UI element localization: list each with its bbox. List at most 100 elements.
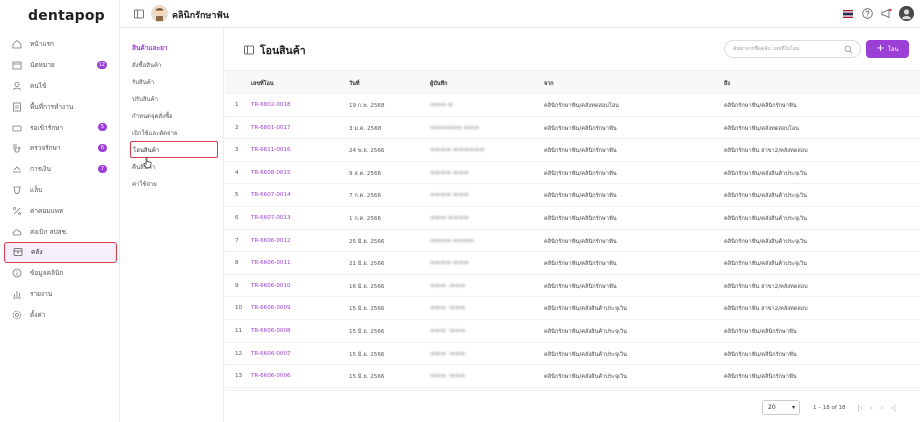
table-row[interactable]: 7 TR-6606-0012 25 มิ.ย. 2566 ▬▬▬▬ ▬▬▬▬ คลินิ… <box>225 230 920 253</box>
search-icon[interactable] <box>844 45 853 54</box>
first-page-icon[interactable]: |‹ <box>857 403 863 412</box>
column-header-user[interactable]: ผู้บันทึก <box>430 80 447 88</box>
next-page-icon[interactable]: › <box>880 403 883 412</box>
gear-icon <box>12 310 22 320</box>
row-index: 3 <box>235 147 239 154</box>
table-row[interactable]: 10 TR-6606-0009 15 มิ.ย. 2566 ▬▬▬. ▬▬▬ คลินิ… <box>225 297 920 320</box>
page-size-select[interactable]: 20 ▾ <box>762 400 800 415</box>
thai-flag-icon[interactable] <box>842 8 854 20</box>
transfer-code-link[interactable]: TR-6606-0012 <box>251 238 291 244</box>
recorded-by: ▬▬▬▬ ▬▬▬ <box>430 192 469 199</box>
table-row[interactable]: 4 TR-6608-0015 9 ส.ค. 2566 ▬▬▬▬ ▬▬▬ คลินิกรั… <box>225 162 920 185</box>
sidebar-item-nhso-claim[interactable]: ส่งเบิก สปสช. <box>4 221 117 242</box>
transfer-code-link[interactable]: TR-6802-0018 <box>251 102 291 108</box>
clinic-name[interactable]: คลินิกรักษาฟัน <box>172 8 229 22</box>
sidebar-item-inventory[interactable]: คลัง <box>4 241 117 263</box>
transfer-to: คลินิกรักษาฟัน/คลินิกรักษาฟัน <box>724 374 797 381</box>
transfer-from: คลินิกรักษาฟัน/คลินิกรักษาฟัน <box>544 170 617 177</box>
clinic-avatar[interactable] <box>151 5 168 22</box>
help-icon[interactable] <box>861 8 873 20</box>
sidebar-item-commission[interactable]: ค่าคอมแพท <box>4 200 117 221</box>
table-row[interactable]: 3 TR-6611-0016 24 พ.ย. 2566 ▬▬▬▬ ▬▬▬▬▬▬ คลิน… <box>225 139 920 162</box>
table-row[interactable]: 13 TR-6606-0006 15 มิ.ย. 2566 ▬▬▬. ▬▬▬ คลินิ… <box>225 365 920 388</box>
column-header-date[interactable]: วันที่ <box>349 80 359 88</box>
transfer-code-link[interactable]: TR-6607-0013 <box>251 215 291 221</box>
subnav-item-purchase-order[interactable]: สั่งซื้อสินค้า <box>130 56 218 73</box>
transfer-to: คลินิกรักษาฟัน/คลินิกรักษาฟัน <box>724 351 797 358</box>
transfer-date: 15 มิ.ย. 2566 <box>349 374 385 381</box>
sidebar-item-patients[interactable]: คนไข้ <box>4 76 117 97</box>
recorded-by: ▬▬▬▬ ▬▬▬▬▬▬ <box>430 147 485 154</box>
table-row[interactable]: 8 TR-6606-0011 21 มิ.ย. 2566 ▬▬▬▬ ▬▬▬ คลินิก… <box>225 252 920 275</box>
table-row[interactable]: 2 TR-6801-0017 3 ม.ค. 2568 ▬▬▬▬▬▬ ▬▬▬ คลินิก… <box>225 117 920 140</box>
sidebar-item-finance[interactable]: การเงิน 7 <box>4 159 117 180</box>
report-icon <box>12 289 22 299</box>
transfer-code-link[interactable]: TR-6608-0015 <box>251 170 291 176</box>
sidebar-item-label: แล็บ <box>30 185 43 194</box>
subnav-item-adjust[interactable]: ปรับสินค้า <box>130 90 218 107</box>
transfer-code-link[interactable]: TR-6611-0016 <box>251 147 291 153</box>
transfer-code-link[interactable]: TR-6606-0007 <box>251 351 291 357</box>
prev-page-icon[interactable]: ‹ <box>870 403 873 412</box>
recorded-by: ▬▬▬. ▬▬▬ <box>430 373 466 380</box>
transfer-code-link[interactable]: TR-6606-0011 <box>251 260 291 266</box>
sidebar-item-settings[interactable]: ตั้งค่า <box>4 304 117 325</box>
table-row[interactable]: 11 TR-6606-0008 15 มิ.ย. 2566 ▬▬▬. ▬▬▬ คลินิ… <box>225 320 920 343</box>
table-row[interactable]: 6 TR-6607-0013 1 ก.ค. 2566 ▬▬▬ ▬▬▬▬ คลินิกรั… <box>225 207 920 230</box>
column-header-to[interactable]: ถึง <box>724 80 730 88</box>
announcement-icon[interactable] <box>880 8 892 20</box>
table-row[interactable]: 1 TR-6802-0018 19 ก.พ. 2568 ▬▬▬ ▬ คลินิกรักษ… <box>225 94 920 117</box>
table-row[interactable]: 12 TR-6606-0007 15 มิ.ย. 2566 ▬▬▬. ▬▬▬ คลินิ… <box>225 343 920 366</box>
subnav-item-receive[interactable]: รับสินค้า <box>130 73 218 90</box>
transfer-code-link[interactable]: TR-6606-0009 <box>251 305 291 311</box>
inventory-icon <box>13 247 23 257</box>
table-row[interactable]: 5 TR-6607-0014 7 ก.ค. 2566 ▬▬▬▬ ▬▬▬ คลินิกรั… <box>225 184 920 207</box>
main-sidebar: dentapop หน้าแรก นัดหมาย 12 คนไข้ พื้นที… <box>0 0 120 422</box>
transfer-to: คลินิกรักษาฟัน/คลังสินค้าประจุเวิน <box>724 170 808 177</box>
transfer-code-link[interactable]: TR-6606-0010 <box>251 283 291 289</box>
table-row[interactable]: 9 TR-6606-0010 16 มิ.ย. 2566 ▬▬▬. ▬▬▬ คลินิก… <box>225 275 920 298</box>
sidebar-item-reports[interactable]: รายงาน <box>4 284 117 305</box>
app-logo[interactable]: dentapop <box>28 8 105 24</box>
transfer-code-link[interactable]: TR-6607-0014 <box>251 192 291 198</box>
sidebar-item-lab[interactable]: แล็บ <box>4 180 117 201</box>
waiting-icon <box>12 123 22 133</box>
user-avatar[interactable] <box>899 6 914 21</box>
transfer-to: คลินิกรักษาฟัน/คลังสินค้าประจุเวิน <box>724 261 808 268</box>
calendar-icon <box>12 60 22 70</box>
sidebar-item-appointments[interactable]: นัดหมาย 12 <box>4 55 117 76</box>
sidebar-toggle-icon[interactable] <box>134 9 144 19</box>
treatment-icon <box>12 143 22 153</box>
transfer-code-link[interactable]: TR-6606-0008 <box>251 328 291 334</box>
transfer-code-link[interactable]: TR-6606-0006 <box>251 373 291 379</box>
sidebar-item-waiting[interactable]: รอเข้ารักษา 5 <box>4 117 117 138</box>
sidebar-item-label: คนไข้ <box>30 81 47 90</box>
sidebar-item-label: พื้นที่การทำงาน <box>30 102 74 111</box>
recorded-by: ▬▬▬▬▬▬ ▬▬▬ <box>430 124 480 131</box>
sidebar-item-workspace[interactable]: พื้นที่การทำงาน <box>4 96 117 117</box>
sidebar-item-label: ค่าคอมแพท <box>30 206 64 215</box>
transfer-from: คลินิกรักษาฟัน/คลินิกรักษาฟัน <box>544 283 617 290</box>
last-page-icon[interactable]: ›| <box>890 403 896 412</box>
row-index: 12 <box>235 350 243 357</box>
add-transfer-button[interactable]: + โอน <box>866 40 909 58</box>
subnav-item-transfer[interactable]: โอนสินค้า <box>130 141 218 158</box>
transfer-from: คลินิกรักษาฟัน/คลังสินค้าประจุเวิน <box>544 374 628 381</box>
column-header-from[interactable]: จาก <box>544 80 554 88</box>
subnav-item-issue[interactable]: เบิกใช้และตัดจ่าย <box>130 124 218 141</box>
sidebar-item-label: ส่งเบิก สปสช. <box>30 227 69 236</box>
sidebar-item-clinic-info[interactable]: ข้อมูลคลินิก <box>4 263 117 284</box>
transfer-from: คลินิกรักษาฟัน/คลังสินค้าประจุเวิน <box>544 328 628 335</box>
transfer-code-link[interactable]: TR-6801-0017 <box>251 125 291 131</box>
transfer-from: คลินิกรักษาฟัน/คลินิกรักษาฟัน <box>544 215 617 222</box>
subnav-item-expenses[interactable]: ค่าใช้จ่าย <box>130 175 218 192</box>
sidebar-item-treatment[interactable]: ตรวจรักษา 6 <box>4 138 117 159</box>
subnav-item-reorder-point[interactable]: กำหนดจุดสั่งซื้อ <box>130 107 218 124</box>
main-content: โอนสินค้า ค้นหาจากชื่อคลัง, เลขที่ใบโอน … <box>225 28 920 422</box>
row-index: 6 <box>235 214 239 221</box>
sidebar-item-home[interactable]: หน้าแรก <box>4 34 117 55</box>
transfer-from: คลินิกรักษาฟัน/คลินิกรักษาฟัน <box>544 148 617 155</box>
search-input[interactable]: ค้นหาจากชื่อคลัง, เลขที่ใบโอน <box>724 40 861 58</box>
info-icon <box>12 268 22 278</box>
column-header-code[interactable]: เลขที่โอน <box>251 80 274 88</box>
